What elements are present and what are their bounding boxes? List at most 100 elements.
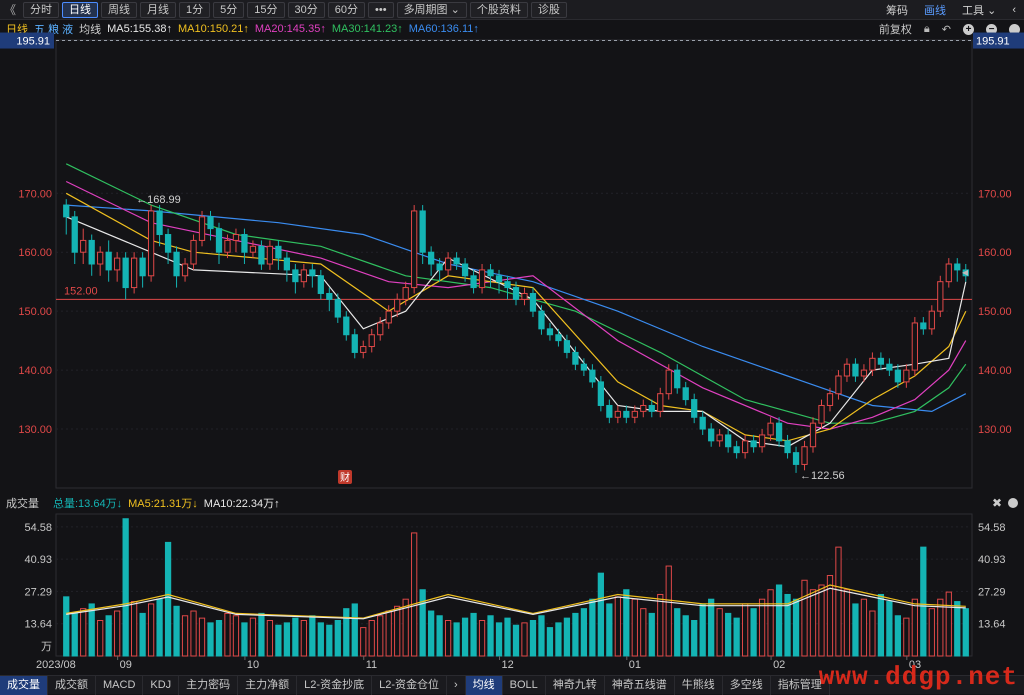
candle-body (759, 435, 764, 447)
volume-bar (259, 613, 264, 656)
tab-turnover[interactable]: 成交额 (48, 676, 96, 695)
candle-body (352, 335, 357, 353)
date-tick-label: 02 (773, 659, 785, 671)
volume-bar (174, 606, 179, 656)
volume-bar (301, 621, 306, 657)
price-tick-label-left: 170.00 (18, 188, 52, 200)
tab-l2-position[interactable]: L2-资金仓位 (372, 676, 447, 695)
volume-bar (429, 611, 434, 656)
volume-bar (810, 590, 815, 656)
volume-bar (148, 604, 153, 656)
candle-body (734, 447, 739, 453)
volume-title[interactable]: 成交量 (6, 495, 39, 511)
volume-bar (861, 599, 866, 656)
candle-body (225, 240, 230, 252)
candle-body (785, 441, 790, 453)
volume-bar (955, 602, 960, 656)
candle-body (513, 288, 518, 300)
close-panel-icon[interactable]: ✖ (992, 496, 1002, 510)
volume-bar (717, 609, 722, 656)
volume-bar (658, 594, 663, 656)
candle-body (776, 423, 781, 441)
candle-body (938, 282, 943, 311)
candle-body (590, 370, 595, 382)
tabs-scroll-icon[interactable]: › (447, 676, 466, 695)
volume-bar (742, 604, 747, 656)
price-tick-label-right: 130.00 (978, 424, 1012, 436)
candle-body (717, 435, 722, 441)
candle-body (369, 335, 374, 347)
candle-body (573, 352, 578, 364)
tab-macd[interactable]: MACD (96, 676, 143, 695)
candle-body (539, 311, 544, 329)
candle-body (895, 370, 900, 382)
volume-bar (726, 613, 731, 656)
tab-kdj[interactable]: KDJ (143, 676, 179, 695)
tab-magic-nine[interactable]: 神奇九转 (546, 676, 605, 695)
volume-bar (581, 609, 586, 656)
volume-bar (267, 621, 272, 657)
candle-body (445, 258, 450, 270)
volume-legend: 成交量 总量:13.64万↓ MA5:21.31万↓ MA10:22.34万↑ … (0, 494, 1024, 512)
price-tick-label-right: 160.00 (978, 247, 1012, 259)
volume-bar (64, 597, 69, 656)
volume-bar (768, 590, 773, 656)
candle-body (284, 258, 289, 270)
candle-body (726, 435, 731, 447)
volume-bar (369, 621, 374, 657)
candle-body (429, 252, 434, 264)
candle-body (412, 211, 417, 288)
volume-bar (607, 604, 612, 656)
volume-bar (157, 599, 162, 656)
candle-body (624, 411, 629, 417)
candle-body (115, 258, 120, 270)
candle-body (827, 394, 832, 406)
volume-bar (573, 613, 578, 656)
volume-bar (242, 623, 247, 656)
candle-body (929, 311, 934, 329)
volume-ma5: MA5:21.31万↓ (128, 495, 198, 511)
candle-body (522, 293, 527, 299)
volume-bar (632, 599, 637, 656)
volume-bar (963, 609, 968, 656)
volume-bar (199, 618, 204, 656)
volume-bar (615, 597, 620, 656)
candle-body (199, 217, 204, 241)
candle-body (505, 282, 510, 288)
volume-bar (649, 613, 654, 656)
volume-bar (395, 606, 400, 656)
volume-tick-label-left: 万 (41, 641, 52, 653)
date-tick-label: 12 (502, 659, 514, 671)
panel-settings-icon[interactable] (1008, 498, 1018, 508)
volume-bar (556, 623, 561, 656)
tab-l2-bottom[interactable]: L2-资金抄底 (297, 676, 372, 695)
candle-body (106, 252, 111, 270)
tab-long-short[interactable]: 多空线 (723, 676, 771, 695)
candle-body (887, 364, 892, 370)
candle-body (293, 270, 298, 282)
tab-ma[interactable]: 均线 (466, 676, 503, 695)
tab-magic-five[interactable]: 神奇五线谱 (605, 676, 675, 695)
volume-bar (870, 611, 875, 656)
volume-bar (598, 573, 603, 656)
volume-bar (759, 599, 764, 656)
volume-bar (539, 616, 544, 656)
candle-body (216, 229, 221, 253)
volume-bar (276, 625, 281, 656)
tab-main-code[interactable]: 主力密码 (179, 676, 238, 695)
volume-bar (225, 613, 230, 656)
tab-boll[interactable]: BOLL (503, 676, 546, 695)
kline-chart[interactable]: 170.00170.00160.00160.00150.00150.00140.… (0, 0, 1024, 694)
tab-main-net[interactable]: 主力净额 (238, 676, 297, 695)
volume-bar (445, 621, 450, 657)
volume-bar (191, 611, 196, 656)
candle-body (242, 235, 247, 253)
candle-body (921, 323, 926, 329)
candle-body (327, 293, 332, 299)
tab-volume[interactable]: 成交量 (0, 676, 48, 695)
price-tick-label-left: 150.00 (18, 306, 52, 318)
volume-bar (344, 609, 349, 656)
candle-body (793, 453, 798, 465)
volume-total: 总量:13.64万↓ (53, 495, 122, 511)
tab-bull-bear[interactable]: 牛熊线 (675, 676, 723, 695)
